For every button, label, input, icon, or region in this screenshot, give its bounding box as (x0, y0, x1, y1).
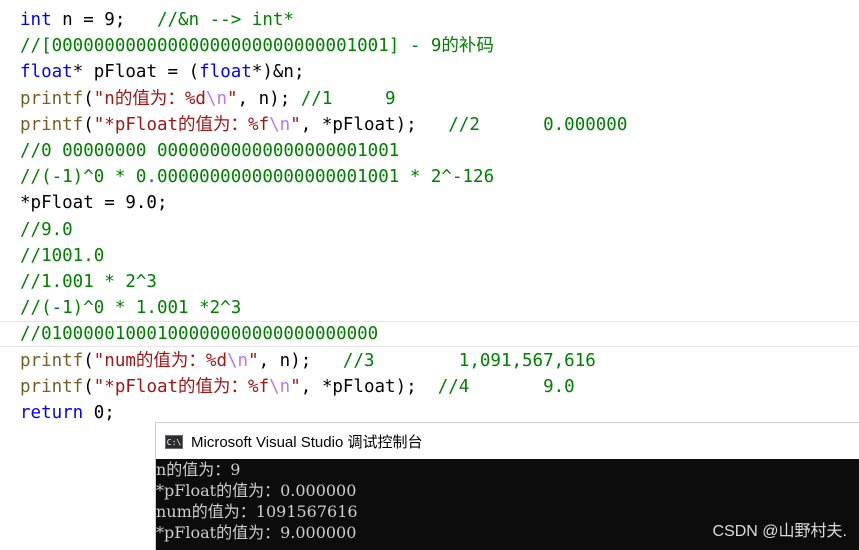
code-token: //9.0 (20, 220, 73, 240)
code-line[interactable]: //(-1)^0 * 0.00000000000000000001001 * 2… (20, 164, 494, 190)
code-token: printf (20, 377, 84, 397)
code-token: *)&n; (251, 62, 305, 82)
code-line[interactable]: printf("*pFloat的值为：%f\n", *pFloat); //2 … (20, 112, 627, 138)
console-output-line: n的值为：9 (156, 460, 241, 479)
code-token: //1001.0 (20, 246, 105, 266)
console-output-line: num的值为：1091567616 (156, 502, 358, 521)
code-token: //01000001000100000000000000000000 (20, 324, 379, 344)
code-token: printf (20, 89, 84, 109)
code-token: ( (83, 377, 94, 397)
code-token: "n的值为：%d (93, 89, 206, 109)
code-line[interactable]: return 0; (20, 400, 115, 426)
code-line[interactable]: //0 00000000 00000000000000000001001 (20, 138, 399, 164)
code-token: //1.001 * 2^3 (20, 272, 157, 292)
console-output-line: *pFloat的值为：9.000000 (156, 523, 357, 542)
code-token: //3 1,091,567,616 (342, 351, 596, 371)
code-token: return (20, 403, 84, 423)
code-token: \n (269, 377, 291, 397)
code-line[interactable]: int n = 9; //&n --> int* (20, 7, 294, 33)
code-token: float (199, 62, 252, 82)
code-token: "*pFloat的值为：%f (93, 377, 270, 397)
code-token: \n (226, 351, 249, 371)
csdn-watermark: CSDN @山野村夫. (712, 523, 847, 540)
debug-console-window[interactable]: C:\ Microsoft Visual Studio 调试控制台 n的值为：9… (155, 422, 859, 550)
code-token: ( (83, 89, 94, 109)
code-line[interactable]: //[00000000000000000000000000001001] - 9… (20, 33, 494, 59)
code-token: //&n --> int* (156, 10, 294, 30)
console-app-icon: C:\ (165, 434, 183, 449)
code-token: " (227, 89, 238, 109)
code-token: float (20, 62, 73, 82)
code-token: printf (20, 351, 84, 371)
code-token: //1 9 (300, 89, 396, 109)
code-token: "*pFloat的值为：%f (93, 115, 270, 135)
code-token: //4 9.0 (437, 377, 575, 397)
code-line[interactable]: *pFloat = 9.0; (20, 190, 168, 216)
code-token: *pFloat = 9.0; (20, 193, 168, 213)
code-token: //(-1)^0 * 0.00000000000000000001001 * 2… (20, 167, 495, 187)
code-token: //(-1)^0 * 1.001 *2^3 (20, 298, 242, 318)
code-token: //0 00000000 00000000000000000001001 (20, 141, 400, 161)
code-token: 0; (83, 403, 115, 423)
code-token: //2 0.000000 (448, 115, 628, 135)
code-line[interactable]: printf("n的值为：%d\n", n); //1 9 (20, 86, 396, 112)
console-output-line: *pFloat的值为：0.000000 (156, 481, 357, 500)
code-token: n = 9; (51, 10, 157, 30)
console-title: Microsoft Visual Studio 调试控制台 (191, 434, 423, 451)
code-line[interactable]: float* pFloat = (float*)&n; (20, 59, 305, 85)
code-token: " (290, 377, 301, 397)
code-token: ( (83, 115, 94, 135)
console-titlebar[interactable]: C:\ Microsoft Visual Studio 调试控制台 (156, 422, 859, 460)
code-token: , n); (237, 89, 301, 109)
code-token: * pFloat = ( (72, 62, 200, 82)
code-line[interactable]: printf("num的值为：%d\n", n); //3 1,091,567,… (20, 348, 596, 374)
code-token: " (248, 351, 259, 371)
code-line[interactable]: //9.0 (20, 217, 73, 243)
code-line[interactable]: //(-1)^0 * 1.001 *2^3 (20, 295, 241, 321)
code-token: ( (83, 351, 94, 371)
code-token: printf (20, 115, 84, 135)
code-token: int (20, 10, 52, 30)
code-token: \n (269, 115, 291, 135)
code-line[interactable]: //1001.0 (20, 243, 104, 269)
code-line[interactable]: printf("*pFloat的值为：%f\n", *pFloat); //4 … (20, 374, 575, 400)
code-line[interactable]: //01000001000100000000000000000000 (0, 321, 859, 347)
code-token: //[00000000000000000000000000001001] - 9… (20, 36, 494, 56)
code-token: "num的值为：%d (93, 351, 227, 371)
code-token: \n (205, 89, 227, 109)
code-token: , *pFloat); (300, 377, 438, 397)
code-token: , *pFloat); (300, 115, 449, 135)
code-token: " (290, 115, 301, 135)
code-token: , n); (258, 351, 343, 371)
code-line[interactable]: //1.001 * 2^3 (20, 269, 157, 295)
